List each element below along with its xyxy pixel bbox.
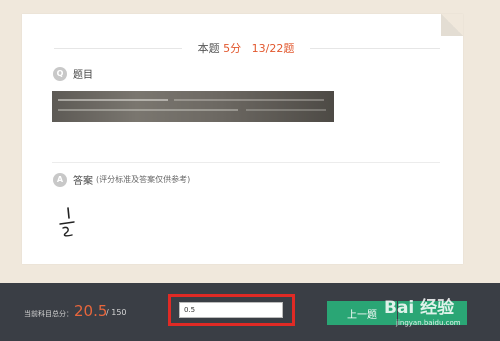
question-card: 本题 5分 13/22题 Q 题目 A 答案 (评分标准及答案仅供参考) xyxy=(22,14,463,264)
total-score-value: 20.5 xyxy=(74,302,108,320)
score-input-highlight xyxy=(168,294,295,326)
question-points: 5分 xyxy=(223,42,242,55)
answer-title: 答案 xyxy=(73,176,93,187)
watermark-sub-text: jingyan.baidu.com xyxy=(396,319,461,327)
answer-section-label: A 答案 (评分标准及答案仅供参考) xyxy=(53,172,190,187)
answer-note: (评分标准及答案仅供参考) xyxy=(96,175,191,184)
question-section-label: Q 题目 xyxy=(53,66,93,81)
bottom-toolbar: 当前科目总分： 20.5 / 150 上一题 Bai 经验 jingyan.ba… xyxy=(0,283,500,341)
question-q-icon: Q xyxy=(53,66,67,81)
question-progress: 13/22题 xyxy=(251,42,295,55)
question-image xyxy=(52,91,334,122)
header-prefix: 本题 xyxy=(197,42,220,55)
handwritten-answer-image xyxy=(59,207,75,237)
header-divider-right xyxy=(310,48,440,49)
watermark-main-text: Bai 经验 xyxy=(384,298,455,318)
answer-a-icon: A xyxy=(53,172,67,187)
section-divider xyxy=(52,162,440,163)
question-score-header: 本题 5分 13/22题 xyxy=(185,40,307,56)
baidu-watermark: Bai 经验 jingyan.baidu.com xyxy=(382,289,498,335)
question-title: 题目 xyxy=(73,70,93,81)
total-score-max: / 150 xyxy=(106,308,127,317)
total-score-label: 当前科目总分： xyxy=(24,310,73,318)
header-divider-left xyxy=(54,48,182,49)
score-input[interactable] xyxy=(179,302,283,318)
folded-corner xyxy=(441,14,463,36)
